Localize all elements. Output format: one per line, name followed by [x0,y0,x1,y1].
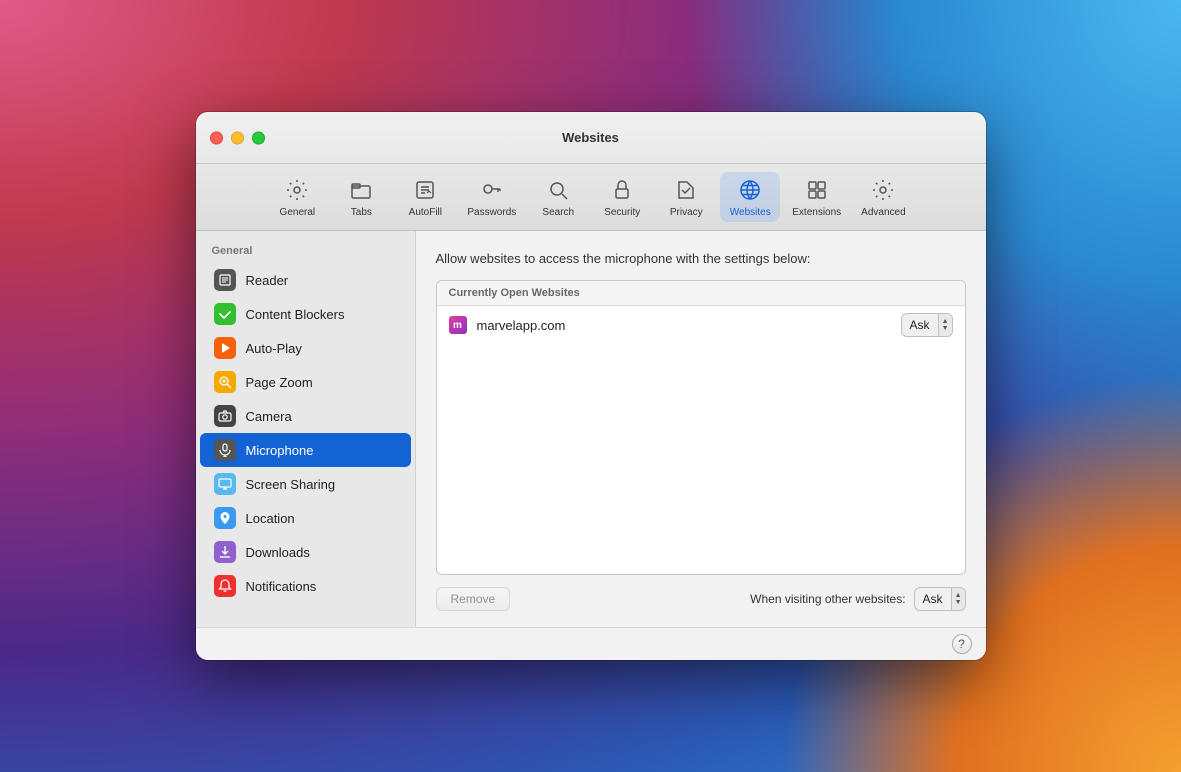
sidebar-item-page-zoom[interactable]: Page Zoom [200,365,411,399]
site-name: marvelapp.com [477,318,891,333]
sidebar-item-camera-label: Camera [246,409,292,424]
security-label: Security [604,207,640,218]
sidebar-item-notifications-label: Notifications [246,579,317,594]
toolbar-item-privacy[interactable]: Privacy [656,172,716,222]
autofill-label: AutoFill [409,207,442,218]
passwords-icon [478,176,506,204]
sidebar-item-camera[interactable]: Camera [200,399,411,433]
content-blockers-icon [214,303,236,325]
minimize-button[interactable] [231,131,244,144]
sidebar-item-page-zoom-label: Page Zoom [246,375,313,390]
advanced-icon [869,176,897,204]
footer-label: When visiting other websites: [750,592,905,606]
search-icon [544,176,572,204]
privacy-label: Privacy [670,207,703,218]
toolbar: General Tabs AutoFill [196,164,986,231]
arrow-up: ▲ [942,318,949,325]
remove-button[interactable]: Remove [436,587,511,611]
sidebar-item-location[interactable]: Location [200,501,411,535]
footer-right: When visiting other websites: Ask ▲ ▼ [750,587,965,611]
location-icon [214,507,236,529]
footer-arrow-up: ▲ [955,592,962,599]
toolbar-item-security[interactable]: Security [592,172,652,222]
auto-play-icon [214,337,236,359]
sidebar-item-notifications[interactable]: Notifications [200,569,411,603]
downloads-icon [214,541,236,563]
extensions-icon [803,176,831,204]
sidebar-item-content-blockers[interactable]: Content Blockers [200,297,411,331]
footer-arrow-down: ▼ [955,599,962,606]
toolbar-item-tabs[interactable]: Tabs [331,172,391,222]
toolbar-item-websites[interactable]: Websites [720,172,780,222]
sidebar-item-auto-play[interactable]: Auto-Play [200,331,411,365]
passwords-label: Passwords [467,207,516,218]
title-bar: Websites [196,112,986,164]
toolbar-item-advanced[interactable]: Advanced [853,172,913,222]
footer-permission-dropdown[interactable]: Ask ▲ ▼ [914,587,966,611]
microphone-icon [214,439,236,461]
traffic-lights [210,131,265,144]
main-content: General Reader Content Blockers Auto-Pla… [196,231,986,627]
sidebar-group-label: General [196,241,415,263]
footer-permission-value: Ask [915,592,951,606]
window-title: Websites [562,130,619,145]
sidebar-item-downloads-label: Downloads [246,545,310,560]
arrow-down: ▼ [942,325,949,332]
tabs-icon [347,176,375,204]
reader-icon [214,269,236,291]
close-button[interactable] [210,131,223,144]
sidebar-item-microphone[interactable]: Microphone [200,433,411,467]
permission-dropdown[interactable]: Ask ▲ ▼ [901,313,953,337]
main-window: Websites General Tabs [196,112,986,660]
advanced-label: Advanced [861,207,905,218]
search-label: Search [542,207,574,218]
websites-table: Currently Open Websites m marvelapp.com … [436,280,966,575]
table-row: m marvelapp.com Ask ▲ ▼ [437,306,965,344]
websites-icon [736,176,764,204]
extensions-label: Extensions [792,207,841,218]
help-button[interactable]: ? [952,634,972,654]
toolbar-item-autofill[interactable]: AutoFill [395,172,455,222]
general-label: General [280,207,316,218]
sidebar-item-reader-label: Reader [246,273,289,288]
sidebar-item-location-label: Location [246,511,295,526]
security-icon [608,176,636,204]
autofill-icon [411,176,439,204]
privacy-icon [672,176,700,204]
maximize-button[interactable] [252,131,265,144]
page-zoom-icon [214,371,236,393]
sidebar: General Reader Content Blockers Auto-Pla… [196,231,416,627]
detail-pane: Allow websites to access the microphone … [416,231,986,627]
notifications-icon [214,575,236,597]
toolbar-item-extensions[interactable]: Extensions [784,172,849,222]
sidebar-item-auto-play-label: Auto-Play [246,341,302,356]
websites-label: Websites [730,207,771,218]
sidebar-item-screen-sharing-label: Screen Sharing [246,477,336,492]
toolbar-item-search[interactable]: Search [528,172,588,222]
table-header: Currently Open Websites [437,281,965,306]
sidebar-item-microphone-label: Microphone [246,443,314,458]
sidebar-item-downloads[interactable]: Downloads [200,535,411,569]
screen-sharing-icon [214,473,236,495]
permission-arrows: ▲ ▼ [938,314,952,336]
tabs-label: Tabs [351,207,372,218]
camera-icon [214,405,236,427]
site-favicon: m [449,316,467,334]
sidebar-item-reader[interactable]: Reader [200,263,411,297]
toolbar-item-passwords[interactable]: Passwords [459,172,524,222]
general-icon [283,176,311,204]
sidebar-item-content-blockers-label: Content Blockers [246,307,345,322]
permission-value: Ask [902,318,938,332]
detail-description: Allow websites to access the microphone … [436,251,966,266]
toolbar-item-general[interactable]: General [267,172,327,222]
table-body: m marvelapp.com Ask ▲ ▼ [437,306,965,574]
footer-permission-arrows: ▲ ▼ [951,588,965,610]
window-bottom: ? [196,627,986,660]
sidebar-item-screen-sharing[interactable]: Screen Sharing [200,467,411,501]
detail-footer: Remove When visiting other websites: Ask… [436,587,966,611]
